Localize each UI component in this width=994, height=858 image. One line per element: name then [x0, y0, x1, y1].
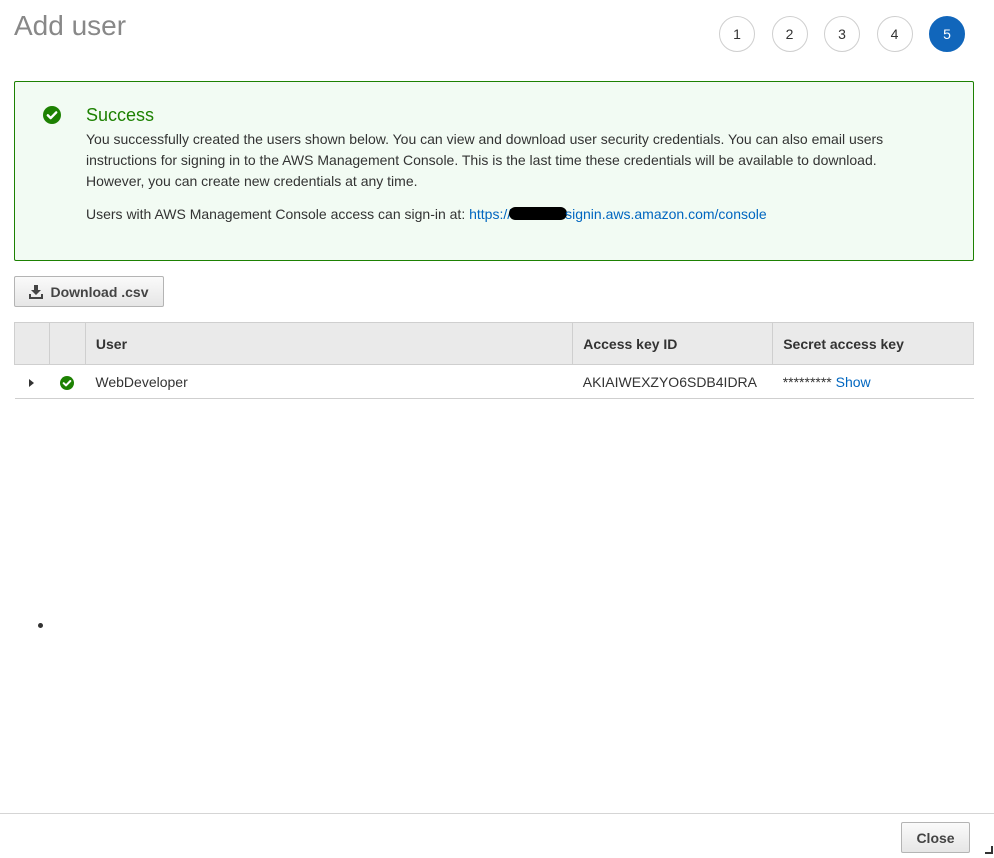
- header-access-key-id[interactable]: Access key ID: [572, 322, 774, 365]
- download-icon: [29, 284, 44, 299]
- download-csv-label: Download .csv: [50, 283, 149, 300]
- download-csv-button[interactable]: Download .csv: [14, 276, 164, 307]
- step-3[interactable]: 3: [824, 16, 860, 52]
- console-signin-link[interactable]: https:// signin.aws.amazon.com/console: [469, 206, 767, 222]
- users-table: User Access key ID Secret access key Web…: [14, 322, 974, 399]
- page-title: Add user: [14, 10, 127, 41]
- signin-link-end: signin.aws.amazon.com/console: [565, 206, 767, 222]
- redacted-account-mark: [509, 207, 568, 220]
- step-5[interactable]: 5: [929, 16, 965, 52]
- check-circle-icon: [43, 106, 61, 124]
- success-check-icon: [60, 375, 75, 390]
- user-name-cell: WebDeveloper: [85, 364, 573, 399]
- expand-row-toggle[interactable]: [14, 364, 50, 399]
- header-expand: [14, 322, 50, 365]
- step-1[interactable]: 1: [719, 16, 755, 52]
- alert-title: Success: [86, 105, 155, 125]
- signin-line: Users with AWS Management Console access…: [86, 206, 767, 222]
- cursor-dot: [38, 623, 43, 628]
- table-header-row: User Access key ID Secret access key: [14, 322, 974, 365]
- header-user[interactable]: User: [84, 322, 574, 365]
- signin-link-start: https://: [469, 206, 512, 222]
- wizard-steps: 1 2 3 4 5: [719, 16, 965, 52]
- table-row: WebDeveloper AKIAIWEXZYO6SDB4IDRA ******…: [14, 364, 974, 399]
- step-4[interactable]: 4: [876, 16, 913, 52]
- show-secret-link[interactable]: Show: [836, 374, 871, 390]
- close-button[interactable]: Close: [901, 822, 970, 853]
- footer-divider: [0, 813, 994, 814]
- success-alert: Success You successfully created the use…: [14, 81, 974, 261]
- secret-masked: *********: [782, 373, 832, 390]
- secret-access-key-cell: ********* Show: [772, 364, 974, 399]
- alert-body: You successfully created the users shown…: [86, 131, 884, 189]
- row-status: [49, 364, 86, 399]
- add-user-page: Add user 1 2 3 4 5 Success You successfu…: [0, 0, 994, 858]
- resize-handle-icon[interactable]: [985, 846, 993, 854]
- signin-prefix: Users with AWS Management Console access…: [86, 206, 470, 222]
- header-status: [48, 322, 86, 365]
- access-key-id-cell: AKIAIWEXZYO6SDB4IDRA: [572, 364, 773, 399]
- caret-right-icon: [29, 378, 35, 387]
- step-2[interactable]: 2: [771, 16, 808, 52]
- header-secret-access-key[interactable]: Secret access key: [772, 322, 974, 365]
